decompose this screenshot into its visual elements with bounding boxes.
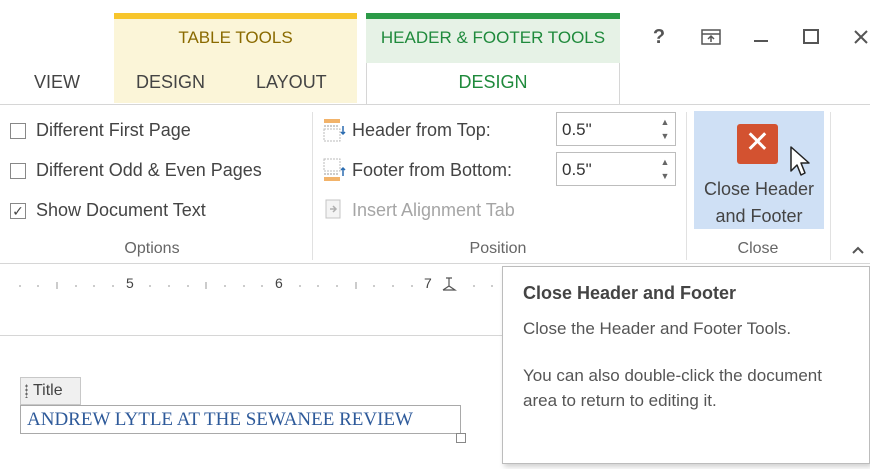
position-group-label: Position <box>469 240 527 257</box>
footer-from-bottom-icon <box>322 157 346 183</box>
close-group-label: Close <box>737 240 779 257</box>
group-separator <box>312 112 313 260</box>
different-odd-even-checkbox[interactable]: Different Odd & Even Pages <box>10 160 262 181</box>
tab-header-footer-design[interactable]: DESIGN <box>366 63 620 105</box>
spin-down-icon[interactable]: ▼ <box>659 169 671 183</box>
header-from-top-value: 0.5" <box>562 120 592 139</box>
ruler-number: 7 <box>424 275 432 291</box>
document-title-field[interactable]: ANDREW LYTLE AT THE SEWANEE REVIEW <box>20 405 461 434</box>
header-from-top-input[interactable]: 0.5" ▲ ▼ <box>556 112 676 146</box>
help-button[interactable]: ? <box>646 24 672 50</box>
tooltip-extra: You can also double-click the document a… <box>523 366 822 410</box>
spinner-arrows[interactable]: ▲ ▼ <box>659 115 671 143</box>
maximize-icon[interactable] <box>798 24 824 50</box>
checkbox-label: Different Odd & Even Pages <box>36 160 262 180</box>
table-tools-label: TABLE TOOLS <box>178 28 293 47</box>
checkbox-label: Different First Page <box>36 120 191 140</box>
spinner-arrows[interactable]: ▲ ▼ <box>659 155 671 183</box>
spin-up-icon[interactable]: ▲ <box>659 115 671 129</box>
checkbox-label: Show Document Text <box>36 200 206 220</box>
group-separator <box>686 112 687 260</box>
insert-alignment-tab-label: Insert Alignment Tab <box>352 199 515 220</box>
tooltip-title: Close Header and Footer <box>523 283 737 303</box>
footer-from-bottom-value: 0.5" <box>562 160 592 179</box>
minimize-icon[interactable] <box>748 24 774 50</box>
footer-from-bottom-row: Footer from Bottom: <box>322 157 512 183</box>
title-tag-label: Title <box>33 382 63 399</box>
close-header-footer-label: Close Header and Footer <box>694 176 824 230</box>
different-first-page-checkbox[interactable]: Different First Page <box>10 120 191 141</box>
tab-table-design[interactable]: DESIGN <box>136 72 205 93</box>
header-from-top-label: Header from Top: <box>352 119 491 140</box>
collapse-ribbon-icon[interactable] <box>850 242 868 260</box>
group-separator <box>830 112 831 260</box>
checkbox-box[interactable] <box>10 162 26 179</box>
header-area-divider <box>0 335 503 336</box>
ruler-number: 5 <box>126 275 134 291</box>
grip-icon[interactable] <box>25 384 28 398</box>
footer-from-bottom-input[interactable]: 0.5" ▲ ▼ <box>556 152 676 186</box>
mouse-cursor-icon <box>789 145 811 179</box>
header-from-top-icon <box>322 117 346 143</box>
header-footer-tools-context: HEADER & FOOTER TOOLS <box>366 13 620 63</box>
title-content-control-tag[interactable]: Title <box>20 377 81 405</box>
close-window-icon[interactable] <box>848 24 870 50</box>
ruler-number: 6 <box>275 275 283 291</box>
close-x-icon: ✕ <box>737 124 778 164</box>
spin-down-icon[interactable]: ▼ <box>659 129 671 143</box>
show-document-text-checkbox[interactable]: ✓ Show Document Text <box>10 200 206 221</box>
header-footer-tools-label: HEADER & FOOTER TOOLS <box>380 28 606 47</box>
close-label-line2: and Footer <box>715 206 803 226</box>
checkbox-box[interactable] <box>10 122 26 139</box>
close-header-footer-tooltip: Close Header and Footer Close the Header… <box>502 266 870 464</box>
footer-from-bottom-label: Footer from Bottom: <box>352 159 513 180</box>
header-from-top-row: Header from Top: <box>322 117 491 143</box>
resize-handle[interactable] <box>456 433 466 443</box>
spin-up-icon[interactable]: ▲ <box>659 155 671 169</box>
tab-view[interactable]: VIEW <box>34 72 80 93</box>
insert-alignment-tab-button[interactable]: Insert Alignment Tab <box>322 197 515 223</box>
ribbon-display-icon[interactable] <box>698 24 724 50</box>
options-group-label: Options <box>124 240 180 257</box>
checkmark-icon[interactable]: ✓ <box>10 202 26 219</box>
insert-alignment-tab-icon <box>322 197 346 223</box>
tab-table-layout[interactable]: LAYOUT <box>256 72 327 93</box>
tooltip-description: Close the Header and Footer Tools. <box>523 319 792 338</box>
close-label-line1: Close Header <box>703 179 815 199</box>
horizontal-ruler[interactable]: 5 6 7 <box>0 268 500 302</box>
